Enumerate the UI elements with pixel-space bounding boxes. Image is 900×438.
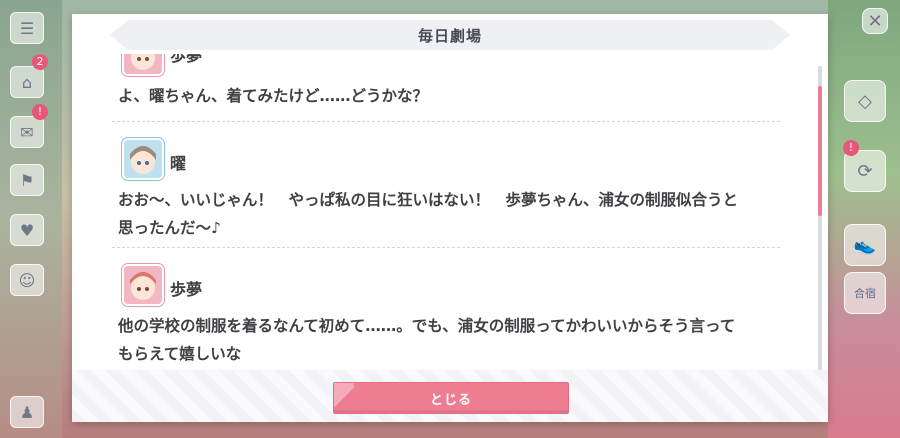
speaker-name: 曜 <box>170 154 187 173</box>
shoe-icon[interactable]: 👟 <box>844 224 886 266</box>
dialogue-line: よ、曜ちゃん、着てみたけど……どうかな？ <box>118 87 429 105</box>
close-button[interactable]: とじる <box>333 382 569 414</box>
scrollbar[interactable] <box>818 66 822 378</box>
side-button-1[interactable]: ⌂ <box>10 66 44 98</box>
dialogue-line: おお～、いいじゃん！ やっぱ私の目に狂いはない！ 歩夢ちゃん、浦女の制服似合うと <box>118 191 739 209</box>
dialogue-line: もらえて嬉しいな <box>118 345 242 363</box>
side-button-2[interactable]: ✉ <box>10 116 44 148</box>
dialogue-line: 思ったんだ～♪ <box>118 219 221 237</box>
dialogue-scroll-area[interactable]: 歩夢 よ、曜ちゃん、着てみたけど……どうかな？ 曜 おお～、いいじゃん！ やっぱ… <box>112 54 782 372</box>
entry-divider <box>112 247 780 248</box>
side-button-6[interactable]: ♟ <box>10 396 44 428</box>
menu-icon[interactable]: ☰ <box>10 12 44 44</box>
ayumu-avatar <box>122 54 164 76</box>
side-button-4[interactable]: ♥ <box>10 214 44 246</box>
training-camp-button[interactable]: 合宿 <box>844 272 886 314</box>
right-menu-strip <box>828 0 900 438</box>
present-icon[interactable]: ⚑ <box>10 164 44 196</box>
dialogue-line: 他の学校の制服を着るなんて初めて……。でも、浦女の制服ってかわいいからそう言って <box>118 317 736 335</box>
notification-badge: 2 <box>32 54 48 70</box>
alert-badge: ! <box>32 104 48 120</box>
daily-theater-dialog: 毎日劇場 歩夢 よ、曜ちゃん、着てみたけど……どうかな？ 曜 おお～、いいじゃん… <box>72 14 828 422</box>
right-button-1[interactable]: ◇ <box>844 80 886 122</box>
dialog-title: 毎日劇場 <box>417 26 482 45</box>
you-avatar <box>122 138 164 180</box>
entry-divider <box>112 121 780 122</box>
ayumu-avatar <box>122 264 164 306</box>
dialog-footer: とじる <box>72 370 828 422</box>
speaker-name: 歩夢 <box>170 280 203 299</box>
dialog-header: 毎日劇場 <box>110 20 790 50</box>
alert-badge-right: ! <box>843 140 859 156</box>
right-button-2[interactable]: ⟳ <box>844 150 886 192</box>
side-button-5[interactable]: ☺ <box>10 264 44 296</box>
corner-close-icon[interactable]: ✕ <box>862 8 888 34</box>
speaker-name: 歩夢 <box>170 54 203 65</box>
scrollbar-thumb[interactable] <box>818 86 822 216</box>
